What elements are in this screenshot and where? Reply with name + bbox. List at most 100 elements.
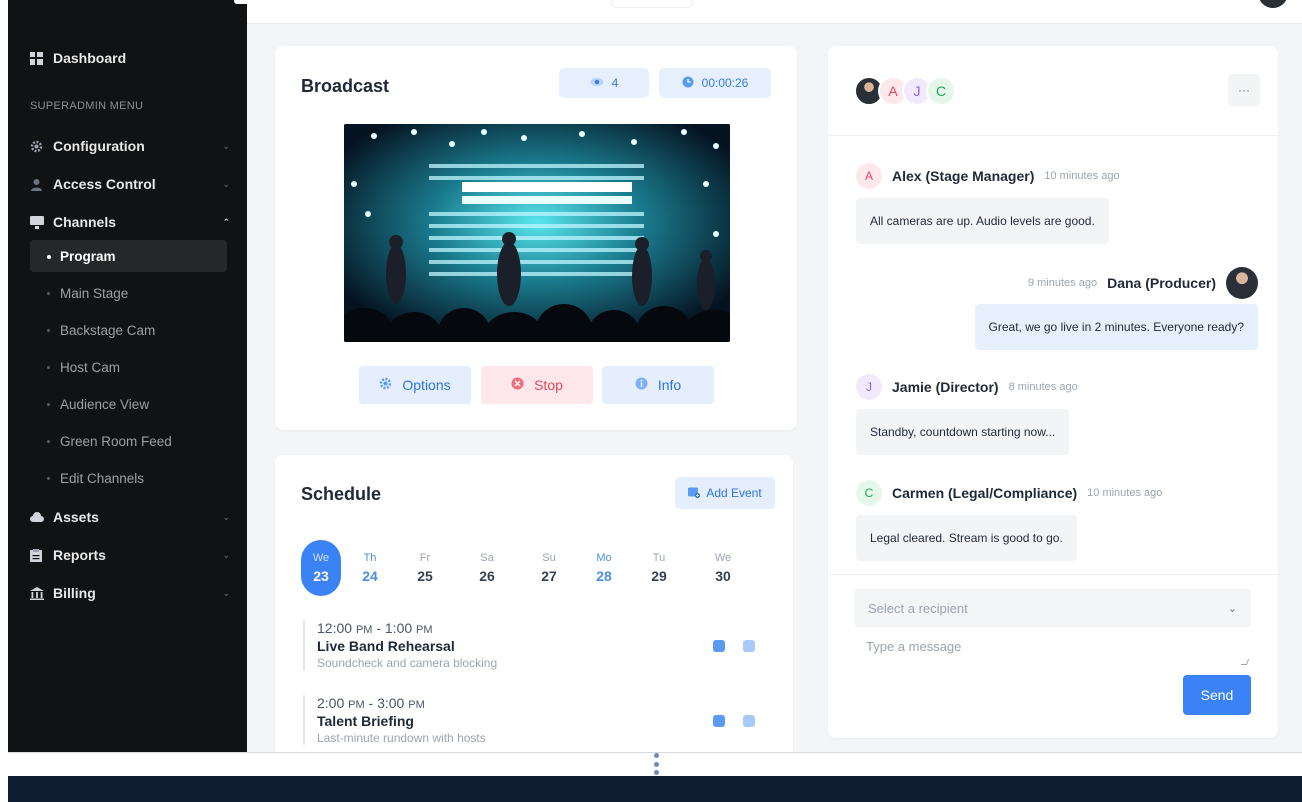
chat-options-button[interactable]: ··· [1228, 74, 1260, 106]
schedule-event[interactable]: 12:00 PM - 1:00 PM Live Band Rehearsal S… [303, 620, 773, 670]
sidebar-item-label: Assets [53, 509, 99, 525]
chevron-down-icon: ⌄ [222, 511, 230, 522]
panel-resize-handle[interactable] [653, 753, 659, 775]
send-button[interactable]: Send [1183, 675, 1251, 715]
add-event-button[interactable]: Add Event [675, 477, 775, 509]
participant-avatar[interactable]: C [926, 76, 956, 106]
sidebar-item-billing[interactable]: Billing ⌄ [30, 578, 230, 608]
sidebar-item-configuration[interactable]: Configuration ⌄ [30, 131, 230, 161]
sidebar-subitem-program[interactable]: Program [30, 240, 227, 272]
viewer-count-badge: 4 [559, 68, 649, 98]
bank-icon [30, 586, 44, 600]
message-bubble: Standby, countdown starting now... [856, 409, 1070, 455]
clock-icon [682, 76, 694, 91]
gear-icon [379, 377, 392, 393]
sidebar-item-label: Billing [53, 585, 96, 601]
message-bubble: All cameras are up. Audio levels are goo… [856, 198, 1109, 244]
event-time: 12:00 PM - 1:00 PM [317, 620, 433, 636]
app-window: Dashboard SUPERADMIN MENU Configuration … [8, 0, 1302, 752]
event-title: Live Band Rehearsal [317, 638, 455, 654]
day-sa-26[interactable]: Sa 26 [467, 540, 507, 596]
message-header: J Jamie (Director) 8 minutes ago [856, 374, 1078, 400]
header-search-button[interactable] [611, 0, 693, 8]
sidebar-item-reports[interactable]: Reports ⌄ [30, 540, 230, 570]
message-time: 10 minutes ago [1087, 487, 1163, 499]
chevron-down-icon: ⌄ [222, 587, 230, 598]
sidebar-subitem-audience-view[interactable]: Audience View [30, 388, 227, 420]
bottom-panel [8, 776, 1302, 802]
day-su-27[interactable]: Su 27 [529, 540, 569, 596]
sender-name: Carmen (Legal/Compliance) [892, 485, 1078, 501]
user-avatar[interactable] [1258, 0, 1288, 8]
close-circle-icon [511, 377, 524, 393]
sender-name: Dana (Producer) [1107, 275, 1216, 291]
event-description: Soundcheck and camera blocking [317, 656, 498, 670]
sidebar-subitem-host-cam[interactable]: Host Cam [30, 351, 227, 383]
message-bubble: Legal cleared. Stream is good to go. [856, 515, 1077, 561]
broadcast-timer-badge: 00:00:26 [659, 68, 771, 98]
clipboard-icon [30, 548, 43, 562]
more-icon[interactable] [743, 640, 755, 652]
stop-button[interactable]: Stop [481, 366, 593, 404]
more-icon[interactable] [743, 715, 755, 727]
sidebar-heading: SUPERADMIN MENU [30, 100, 144, 112]
sidebar-subitem-backstage-cam[interactable]: Backstage Cam [30, 314, 227, 346]
sidebar: Dashboard SUPERADMIN MENU Configuration … [8, 0, 250, 752]
message-header: A Alex (Stage Manager) 10 minutes ago [856, 163, 1120, 189]
schedule-card: Schedule Add Event We 23 Th 24 Fr 25 Sa 26 S… [275, 455, 793, 752]
concert-stage-image [344, 124, 730, 342]
schedule-title: Schedule [301, 484, 382, 504]
sidebar-item-label: Dashboard [53, 50, 127, 66]
dashboard-icon [30, 51, 43, 65]
sidebar-subitem-green-room-feed[interactable]: Green Room Feed [30, 425, 227, 457]
event-time: 2:00 PM - 3:00 PM [317, 695, 425, 711]
sidebar-item-label: Configuration [53, 138, 145, 154]
sender-avatar: C [856, 480, 882, 506]
message-header: 9 minutes ago Dana (Producer) [1028, 267, 1258, 299]
chat-composer: Select a recipient ⌄ Type a message Send [828, 574, 1278, 738]
sidebar-item-channels[interactable]: Channels ⌃ [30, 207, 230, 237]
sidebar-item-label: Access Control [53, 176, 156, 192]
chevron-down-icon: ⌄ [1227, 602, 1237, 615]
broadcast-title: Broadcast [301, 76, 390, 96]
top-header [247, 0, 1302, 24]
schedule-event[interactable]: 2:00 PM - 3:00 PM Talent Briefing Last-m… [303, 695, 773, 745]
chat-header: A J C ··· [828, 46, 1278, 136]
day-mo-28[interactable]: Mo 28 [584, 540, 624, 596]
message-header: C Carmen (Legal/Compliance) 10 minutes a… [856, 480, 1162, 506]
day-we-30[interactable]: We 30 [703, 540, 743, 596]
sender-name: Jamie (Director) [892, 379, 999, 395]
sidebar-subitem-edit-channels[interactable]: Edit Channels [30, 462, 227, 494]
chevron-up-icon: ⌃ [222, 216, 230, 227]
calendar-icon[interactable] [713, 640, 725, 652]
info-icon [635, 377, 648, 393]
day-th-24[interactable]: Th 24 [350, 540, 390, 596]
day-fr-25[interactable]: Fr 25 [405, 540, 445, 596]
user-icon [30, 178, 43, 191]
day-tu-29[interactable]: Tu 29 [639, 540, 679, 596]
message-bubble: Great, we go live in 2 minutes. Everyone… [974, 304, 1258, 350]
calendar-icon[interactable] [713, 715, 725, 727]
resize-handle-icon[interactable] [1240, 659, 1250, 665]
sidebar-item-dashboard[interactable]: Dashboard [30, 43, 230, 73]
sender-name: Alex (Stage Manager) [892, 168, 1035, 184]
sender-avatar: J [856, 374, 882, 400]
chevron-down-icon: ⌄ [222, 549, 230, 560]
options-button[interactable]: Options [359, 366, 471, 404]
info-button[interactable]: Info [602, 366, 714, 404]
message-input[interactable]: Type a message [866, 639, 961, 654]
day-we-23[interactable]: We 23 [301, 540, 341, 596]
chevron-down-icon: ⌄ [222, 140, 230, 151]
event-title: Talent Briefing [317, 713, 414, 729]
sidebar-item-assets[interactable]: Assets ⌄ [30, 502, 230, 532]
sidebar-item-label: Reports [53, 547, 106, 563]
message-time: 10 minutes ago [1044, 170, 1120, 182]
sidebar-item-access-control[interactable]: Access Control ⌄ [30, 169, 230, 199]
sidebar-item-label: Channels [53, 214, 117, 230]
recipient-select[interactable]: Select a recipient ⌄ [854, 589, 1251, 627]
broadcast-video-preview[interactable] [344, 124, 730, 342]
sender-avatar-photo [1226, 267, 1258, 299]
calendar-add-icon [688, 486, 701, 501]
sidebar-subitem-main-stage[interactable]: Main Stage [30, 277, 227, 309]
message-time: 8 minutes ago [1008, 381, 1078, 393]
